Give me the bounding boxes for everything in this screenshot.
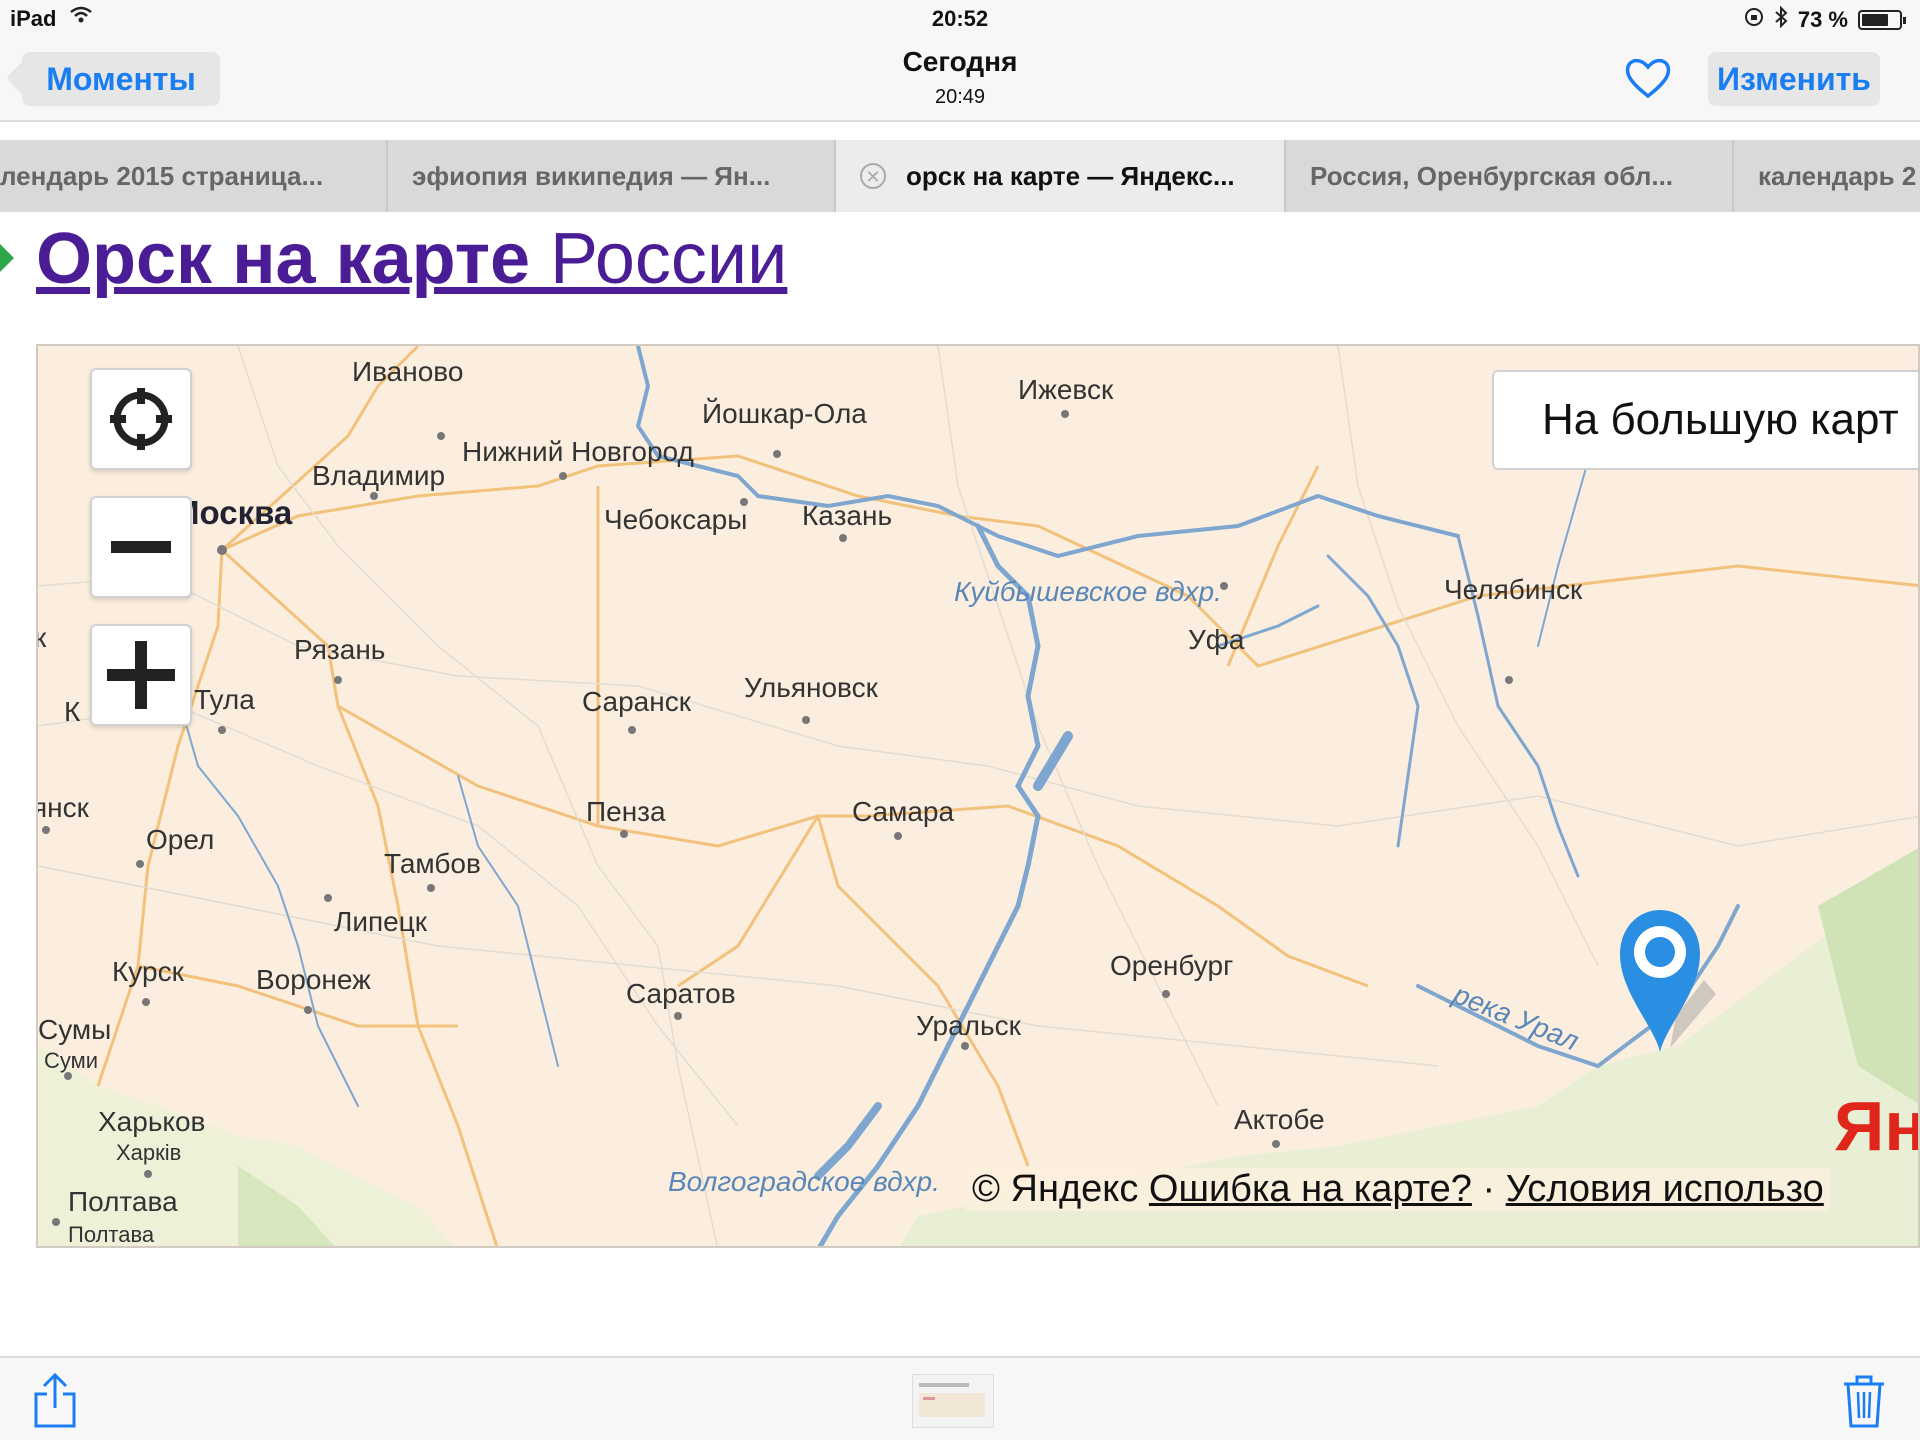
city-label: Челябинск [1444, 574, 1583, 605]
map-footer: © Яндекс Ошибка на карте? · Условия испо… [966, 1168, 1830, 1211]
battery-percent: 73 % [1797, 7, 1848, 32]
city-label: Ижевск [1018, 374, 1114, 405]
city-label: Воронеж [256, 964, 371, 995]
city-label: Ульяновск [744, 672, 878, 703]
yandex-logo: Янд [1834, 1086, 1920, 1166]
water-label: Куйбышевское вдхр. [954, 576, 1222, 607]
city-label: Полтава [68, 1222, 155, 1247]
heart-icon[interactable] [1622, 52, 1674, 104]
page-title-link[interactable]: Орск на карте России [36, 218, 787, 300]
city-label: Иваново [352, 356, 464, 387]
map-error-link[interactable]: Ошибка на карте? [1149, 1168, 1472, 1210]
city-label: Нижний Новгород [462, 436, 694, 467]
tab-label: лендарь 2015 страница... [0, 160, 324, 191]
city-label: Владимир [312, 460, 446, 491]
close-tab-icon[interactable]: ✕ [860, 163, 886, 189]
map-widget[interactable]: Иваново Йошкар-Ола Ижевск Нижний Новгоро… [36, 344, 1920, 1248]
city-label: Йошкар-Ола [702, 398, 867, 429]
city-label: Саратов [626, 978, 736, 1009]
plus-icon [107, 641, 175, 709]
city-label: Тула [194, 684, 255, 715]
city-label: Харьков [98, 1106, 206, 1137]
zoom-in-button[interactable] [90, 624, 192, 726]
page-title-rest: России [530, 219, 788, 299]
status-bar: iPad 20:52 73 % [0, 0, 1920, 38]
tab-label: эфиопия википедия — Ян... [412, 160, 771, 191]
terms-link[interactable]: Условия использо [1506, 1168, 1824, 1210]
footer-separator: · [1471, 1168, 1506, 1210]
city-label: Уральск [916, 1010, 1021, 1041]
city-label: янск [36, 792, 89, 823]
city-label: Актобе [1234, 1104, 1325, 1135]
minus-icon [111, 541, 171, 553]
thumbnail[interactable] [912, 1374, 994, 1428]
city-label: Саранск [582, 686, 691, 717]
city-label: Тамбов [384, 848, 481, 879]
big-map-button[interactable]: На большую карт [1492, 370, 1918, 470]
edit-button[interactable]: Изменить [1708, 52, 1880, 106]
city-label: Липецк [334, 906, 428, 937]
crosshair-icon [110, 388, 172, 450]
city-label: Оренбург [1110, 950, 1234, 981]
copyright-text: © Яндекс [972, 1168, 1139, 1210]
city-label: Казань [802, 500, 893, 531]
city-label: Харків [116, 1140, 182, 1165]
bluetooth-icon [1774, 5, 1788, 34]
result-marker-icon [0, 238, 14, 278]
city-label: Уфа [1188, 624, 1245, 655]
city-label: Рязань [294, 634, 386, 665]
tab-calendar-2015[interactable]: лендарь 2015 страница... [0, 140, 388, 212]
zoom-out-button[interactable] [90, 496, 192, 598]
city-label: Пенза [586, 796, 666, 827]
tab-bar: лендарь 2015 страница... эфиопия википед… [0, 140, 1920, 212]
tab-russia-orenburg[interactable]: Россия, Оренбургская обл... [1286, 140, 1734, 212]
page-title-bold: Орск на карте [36, 219, 531, 299]
clock: 20:52 [931, 6, 989, 31]
logo-red-part: Ян [1834, 1087, 1920, 1165]
locate-button[interactable] [90, 368, 192, 470]
tab-ethiopia[interactable]: эфиопия википедия — Ян... [388, 140, 836, 212]
city-label: Орел [146, 824, 215, 855]
location-pin-icon[interactable] [1616, 906, 1716, 1056]
rotation-lock-icon [1744, 7, 1764, 33]
city-label: Сумы [38, 1014, 112, 1045]
trash-icon[interactable] [1842, 1372, 1886, 1430]
tab-label: Россия, Оренбургская обл... [1310, 160, 1674, 191]
water-label: Волгоградское вдхр. [668, 1166, 940, 1197]
share-icon[interactable] [32, 1372, 78, 1430]
tab-orsk-map[interactable]: ✕ орск на карте — Яндекс... [836, 140, 1286, 212]
tab-label: календарь 2 [1758, 160, 1917, 191]
city-label: Чебоксары [604, 504, 748, 535]
bottom-toolbar [0, 1356, 1920, 1440]
city-label: Полтава [68, 1186, 178, 1217]
battery-icon [1858, 10, 1906, 30]
city-label: к [38, 622, 46, 654]
city-label: Курск [112, 956, 184, 987]
city-label: Суми [44, 1048, 99, 1073]
city-label: К [64, 696, 81, 727]
navigation-bar: Моменты Сегодня 20:49 Изменить [0, 38, 1920, 122]
city-label: Самара [852, 796, 955, 827]
tab-label: орск на карте — Яндекс... [906, 160, 1235, 191]
tab-calendar[interactable]: календарь 2 [1734, 140, 1920, 212]
